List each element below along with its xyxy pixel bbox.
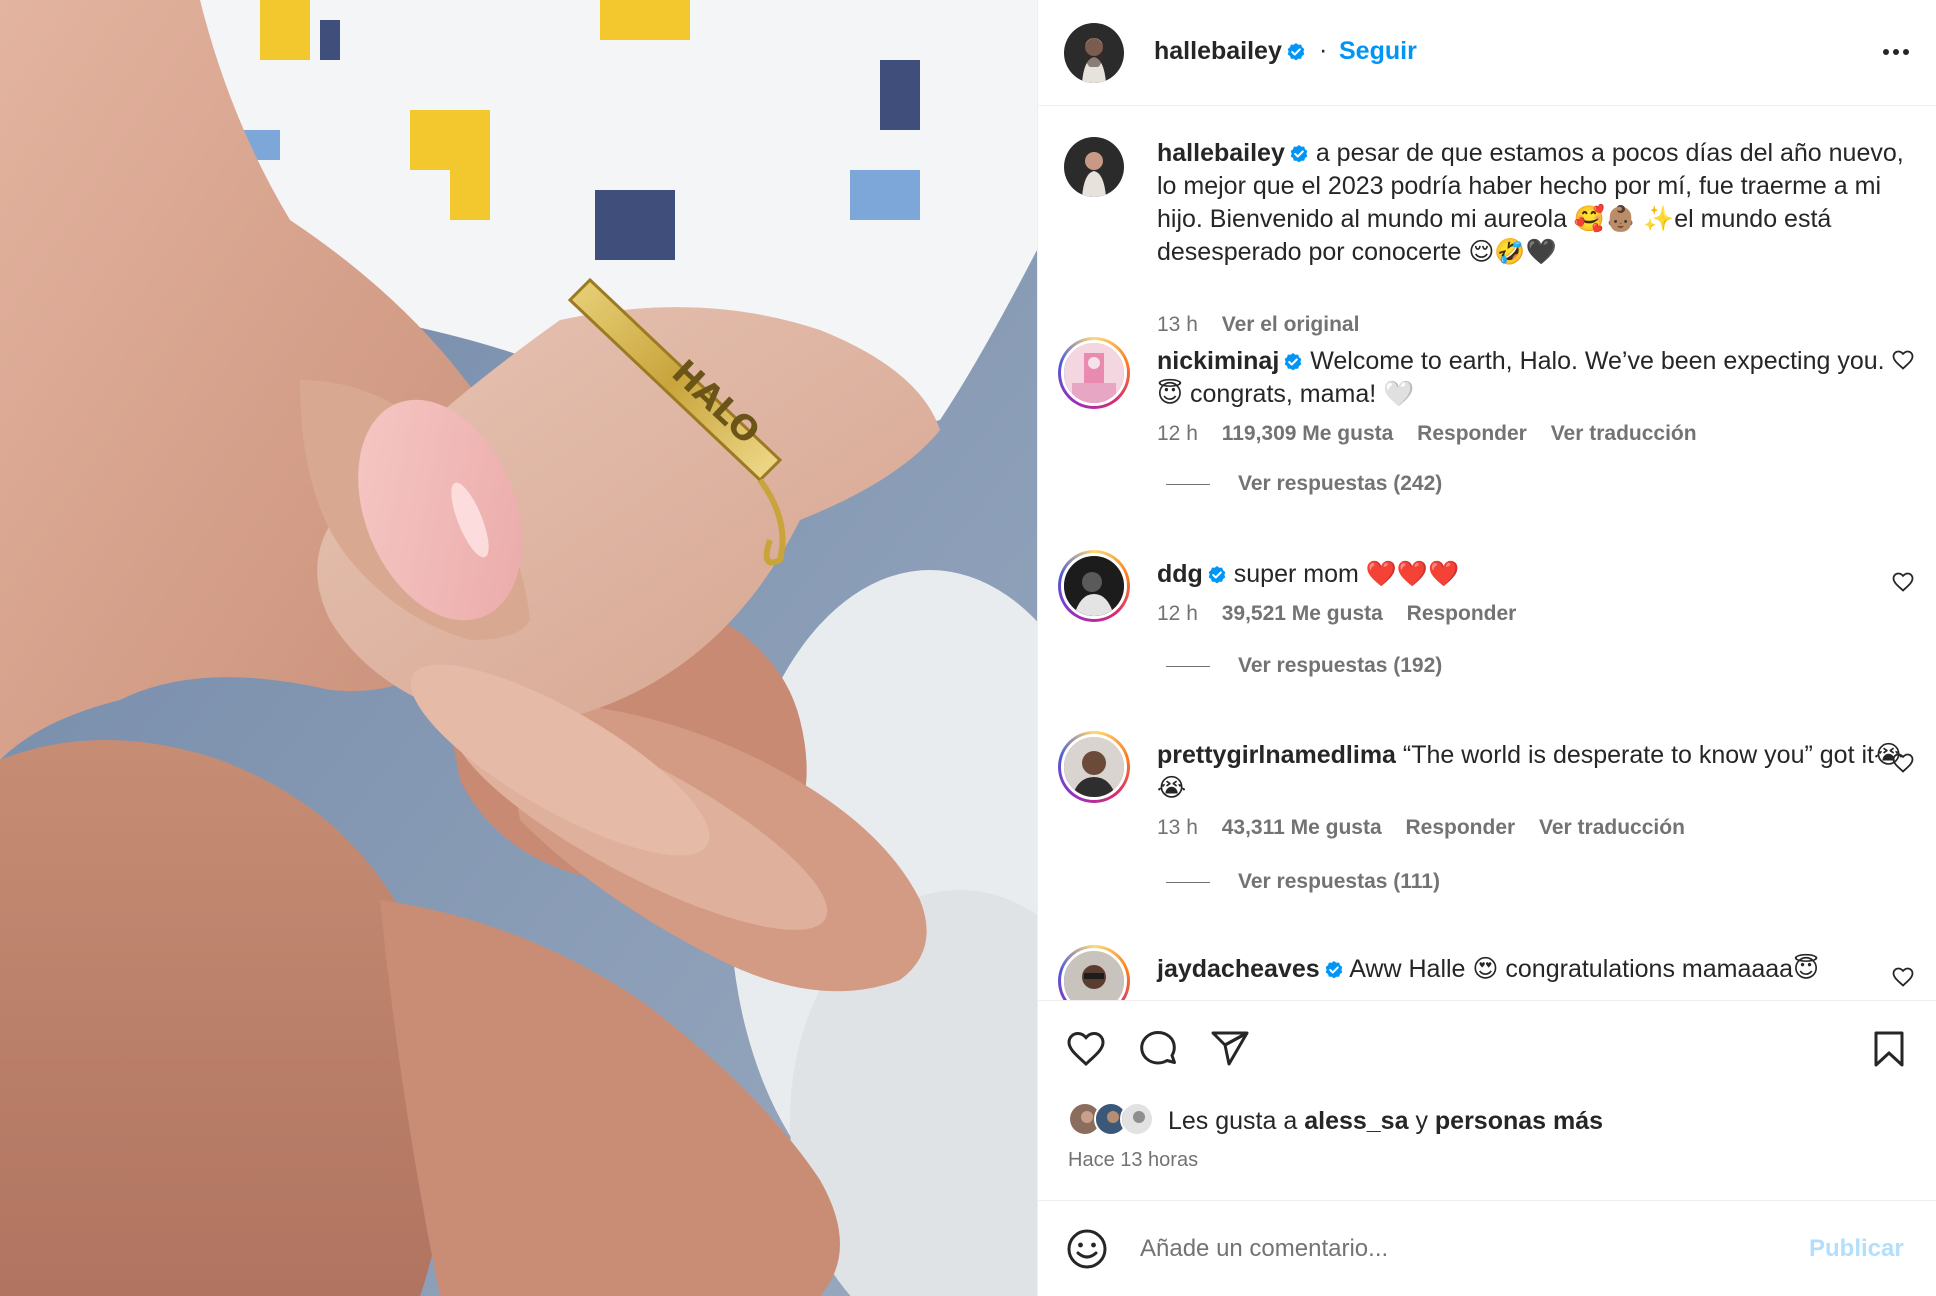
comment-text-block: jaydacheaves Aww Halle 😍 congratulations…: [1157, 953, 1907, 986]
verified-badge-icon: [1289, 144, 1309, 164]
reply-button[interactable]: Responder: [1407, 602, 1517, 625]
comment-time: 12 h: [1157, 602, 1198, 625]
paper-plane-icon[interactable]: [1208, 1027, 1252, 1071]
comment-likes-count[interactable]: 39,521 Me gusta: [1222, 602, 1383, 625]
post-photo: HALO: [0, 0, 1037, 1296]
comment-text-block: ddg super mom ❤️❤️❤️: [1157, 558, 1907, 591]
replies-line: [1166, 881, 1210, 883]
comment-meta: 12 h 39,521 Me gusta Responder: [1157, 602, 1534, 626]
comment-likes-count[interactable]: 43,311 Me gusta: [1222, 816, 1382, 839]
comment-username[interactable]: jaydacheaves: [1157, 955, 1320, 983]
replies-line: [1166, 483, 1210, 485]
translate-button[interactable]: Ver traducción: [1539, 816, 1685, 839]
smiley-icon[interactable]: [1065, 1227, 1109, 1271]
publish-button[interactable]: Publicar: [1809, 1235, 1904, 1263]
post-header: hallebailey · Seguir: [1038, 0, 1936, 106]
comment-time: 12 h: [1157, 422, 1198, 445]
comment-like-heart-icon[interactable]: [1891, 570, 1915, 594]
follow-button[interactable]: Seguir: [1339, 37, 1417, 66]
replies-line: [1166, 665, 1210, 667]
verified-badge-icon: [1207, 565, 1227, 585]
view-replies-button[interactable]: Ver respuestas (242): [1166, 472, 1442, 496]
caption-text-block: hallebailey a pesar de que estamos a poc…: [1157, 137, 1907, 269]
comment-avatar[interactable]: [1058, 945, 1130, 1000]
verified-badge-icon: [1324, 960, 1344, 980]
comment-like-heart-icon[interactable]: [1891, 348, 1915, 372]
header-separator: ·: [1319, 36, 1328, 64]
author-username[interactable]: hallebailey: [1154, 37, 1306, 66]
verified-badge-icon: [1286, 42, 1306, 62]
comment-input[interactable]: [1140, 1229, 1740, 1269]
view-replies-button[interactable]: Ver respuestas (192): [1166, 654, 1442, 678]
translate-button[interactable]: Ver traducción: [1551, 422, 1697, 445]
see-original-button[interactable]: Ver el original: [1222, 313, 1360, 336]
comment-bubble-icon[interactable]: [1136, 1027, 1180, 1071]
comment-text: super mom ❤️❤️❤️: [1233, 560, 1460, 588]
comment-avatar[interactable]: [1058, 337, 1130, 409]
post-timestamp[interactable]: Hace 13 horas: [1068, 1149, 1198, 1172]
caption-meta: 13 h Ver el original: [1157, 313, 1377, 337]
comment-text: Aww Halle 😍 congratulations mamaaaa😇: [1349, 955, 1820, 983]
comment-username[interactable]: ddg: [1157, 560, 1203, 588]
comments-scroll-area[interactable]: hallebailey a pesar de que estamos a poc…: [1038, 107, 1936, 1000]
likers-avatars[interactable]: [1068, 1102, 1158, 1138]
add-comment-bar: Publicar: [1038, 1200, 1936, 1296]
reply-button[interactable]: Responder: [1405, 816, 1515, 839]
comment-time: 13 h: [1157, 816, 1198, 839]
comment-meta: 12 h 119,309 Me gusta Responder Ver trad…: [1157, 422, 1715, 446]
post-caption: hallebailey a pesar de que estamos a poc…: [1038, 137, 1936, 336]
comment-username[interactable]: nickiminaj: [1157, 347, 1279, 375]
bookmark-icon[interactable]: [1867, 1027, 1911, 1071]
view-replies-button[interactable]: Ver respuestas (111): [1166, 870, 1440, 894]
comment-like-heart-icon[interactable]: [1891, 965, 1915, 989]
post-image: HALO: [0, 0, 1037, 1296]
comment-username[interactable]: prettygirlnamedlima: [1157, 741, 1396, 769]
more-options-icon[interactable]: [1878, 40, 1914, 64]
caption-avatar[interactable]: [1064, 137, 1124, 197]
post-panel: hallebailey · Seguir hallebailey a pesar…: [1037, 0, 1936, 1296]
author-avatar[interactable]: [1064, 23, 1124, 83]
likes-others[interactable]: personas más: [1435, 1107, 1603, 1135]
comment-like-heart-icon[interactable]: [1891, 751, 1915, 775]
caption-time: 13 h: [1157, 313, 1198, 336]
caption-username[interactable]: hallebailey: [1157, 139, 1285, 167]
comment-meta: 13 h 43,311 Me gusta Responder Ver tradu…: [1157, 816, 1703, 840]
liker-avatar: [1120, 1102, 1154, 1136]
post-actions: Les gusta a aless_sa y personas más Hace…: [1038, 1000, 1936, 1200]
comment-avatar[interactable]: [1058, 731, 1130, 803]
heart-icon[interactable]: [1064, 1027, 1108, 1071]
comment-likes-count[interactable]: 119,309 Me gusta: [1222, 422, 1394, 445]
comment-text-block: prettygirlnamedlima “The world is desper…: [1157, 739, 1907, 805]
liker-username[interactable]: aless_sa: [1304, 1107, 1408, 1135]
likes-summary[interactable]: Les gusta a aless_sa y personas más: [1168, 1107, 1603, 1136]
comment-text-block: nickiminaj Welcome to earth, Halo. We’ve…: [1157, 345, 1907, 411]
reply-button[interactable]: Responder: [1417, 422, 1527, 445]
verified-badge-icon: [1283, 352, 1303, 372]
comment-avatar[interactable]: [1058, 550, 1130, 622]
